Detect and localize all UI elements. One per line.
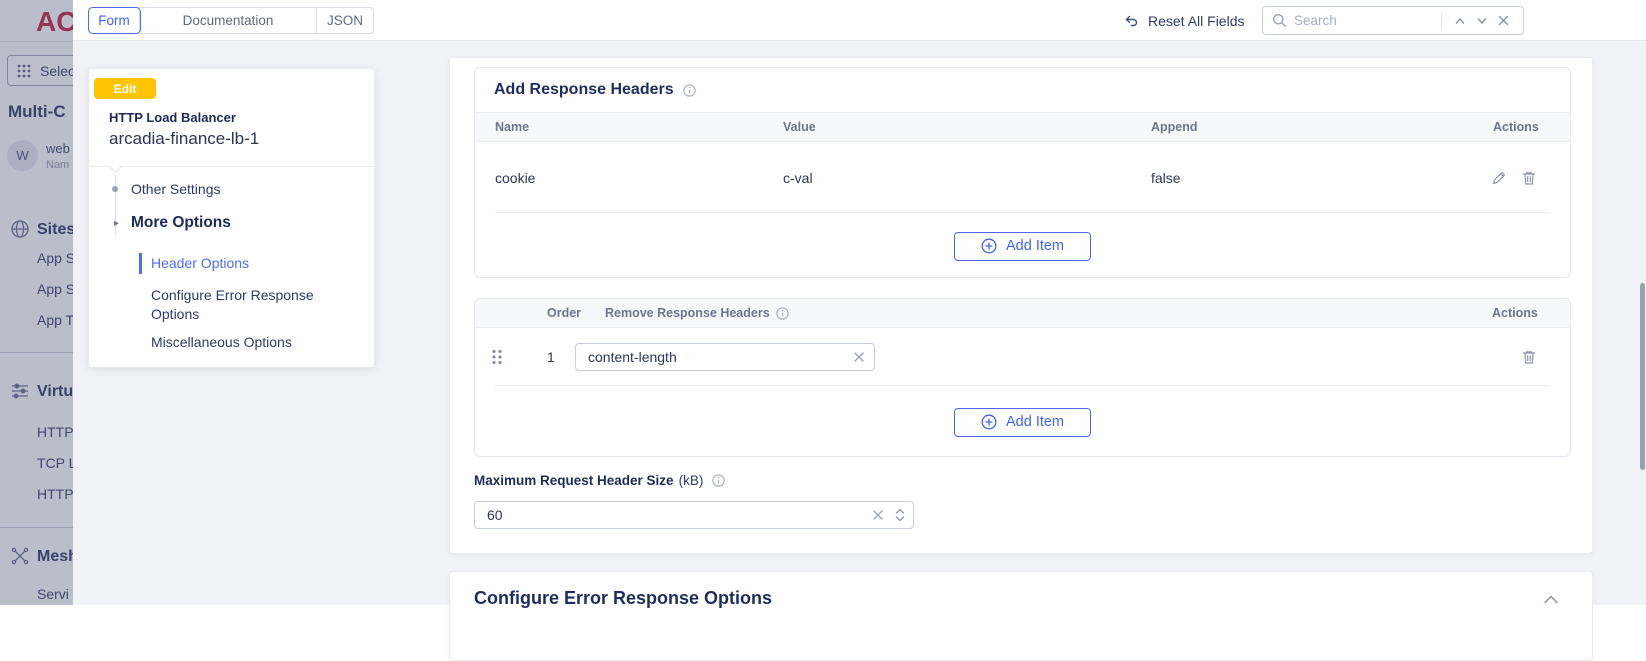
search-input[interactable] xyxy=(1294,13,1439,28)
edit-row-pencil-icon[interactable] xyxy=(1491,170,1507,186)
max-request-header-size-input[interactable] xyxy=(475,507,868,523)
table-row: cookie c-val false xyxy=(475,142,1570,213)
header-options-card: Add Response Headers Name Value Append A… xyxy=(449,57,1593,554)
cell-append: false xyxy=(1151,169,1181,186)
undo-icon xyxy=(1123,12,1140,29)
add-item-label: Add Item xyxy=(1005,414,1065,430)
tree-bullet-icon xyxy=(112,186,118,192)
nav-item-more-options[interactable]: More Options xyxy=(131,214,231,232)
reset-all-fields-button[interactable]: Reset All Fields xyxy=(1123,0,1244,41)
edit-badge: Edit xyxy=(94,78,156,99)
add-response-headers-title: Add Response Headers xyxy=(494,81,674,98)
cell-name: cookie xyxy=(495,169,536,186)
nav-item-miscellaneous-options[interactable]: Miscellaneous Options xyxy=(151,334,292,350)
add-item-label: Add Item xyxy=(1005,238,1065,254)
info-icon[interactable] xyxy=(776,306,789,320)
nav-item-header-options[interactable]: Header Options xyxy=(151,255,249,271)
configure-error-response-title: Configure Error Response Options xyxy=(474,588,773,608)
modal-topbar: Form Documentation JSON Reset All Fields xyxy=(73,0,1646,41)
delete-row-trash-icon[interactable] xyxy=(1521,170,1537,186)
cell-value: c-val xyxy=(783,169,813,186)
add-item-row: Add Item xyxy=(475,386,1570,458)
remove-response-headers-table: Order Remove Response Headers Actions 1 xyxy=(474,298,1571,457)
column-header-order: Order xyxy=(547,306,582,320)
add-response-headers-table: Add Response Headers Name Value Append A… xyxy=(474,67,1571,278)
collapse-chevron-icon[interactable] xyxy=(1543,594,1559,604)
clear-input-icon[interactable] xyxy=(868,509,893,521)
number-stepper[interactable] xyxy=(893,508,913,522)
object-type-label: HTTP Load Balancer xyxy=(109,110,236,125)
active-item-indicator xyxy=(139,253,142,274)
column-header-remove-response-headers: Remove Response Headers xyxy=(605,306,789,320)
tab-documentation[interactable]: Documentation xyxy=(140,8,317,33)
info-icon[interactable] xyxy=(682,83,696,97)
drag-handle[interactable] xyxy=(489,348,505,366)
search-box xyxy=(1262,6,1524,35)
max-request-header-size-label: Maximum Request Header Size (kB) xyxy=(474,473,725,488)
tab-form[interactable]: Form xyxy=(89,8,140,33)
vertical-scrollbar-thumb[interactable] xyxy=(1640,283,1645,470)
info-icon[interactable] xyxy=(712,474,725,487)
plus-circle-icon xyxy=(981,414,997,430)
tab-json[interactable]: JSON xyxy=(317,8,373,33)
clear-input-icon[interactable] xyxy=(849,351,874,363)
background-app: AC Selec Multi-C W web Nam Sites App S A… xyxy=(0,0,73,605)
search-separator xyxy=(1441,12,1442,29)
column-header-append: Append xyxy=(1151,120,1198,134)
table-row: 1 xyxy=(475,328,1570,386)
search-close-button[interactable] xyxy=(1493,15,1514,26)
remove-header-input-wrap xyxy=(575,343,875,371)
search-next-button[interactable] xyxy=(1471,15,1493,27)
max-request-header-size-input-wrap xyxy=(474,501,914,529)
add-item-button[interactable]: Add Item xyxy=(953,231,1092,261)
search-icon xyxy=(1272,13,1287,28)
object-name: arcadia-finance-lb-1 xyxy=(109,129,260,148)
stepper-down-icon xyxy=(895,516,905,522)
view-tab-group: Form Documentation JSON xyxy=(88,7,374,34)
plus-circle-icon xyxy=(981,238,997,254)
tree-arrow-icon: ▸ xyxy=(114,218,120,229)
remove-header-input[interactable] xyxy=(576,349,849,365)
search-prev-button[interactable] xyxy=(1449,15,1471,27)
table-header-row: Order Remove Response Headers Actions xyxy=(475,299,1570,328)
tree-notch xyxy=(109,160,122,173)
edit-modal: Form Documentation JSON Reset All Fields xyxy=(73,0,1646,661)
column-header-name: Name xyxy=(495,120,530,134)
stepper-up-icon xyxy=(895,508,905,514)
form-nav-card: Edit HTTP Load Balancer arcadia-finance-… xyxy=(88,68,375,368)
cell-order: 1 xyxy=(547,349,555,365)
column-header-value: Value xyxy=(783,120,816,134)
column-header-actions: Actions xyxy=(1493,120,1539,134)
tree-divider xyxy=(89,166,374,167)
nav-item-other-settings[interactable]: Other Settings xyxy=(131,181,221,197)
modal-backdrop xyxy=(0,0,73,605)
delete-row-trash-icon[interactable] xyxy=(1521,349,1537,365)
configure-error-response-card: Configure Error Response Options xyxy=(449,571,1593,661)
add-item-row: Add Item xyxy=(475,213,1570,279)
nav-item-configure-error-response[interactable]: Configure Error Response Options xyxy=(151,286,327,324)
add-response-headers-title-row: Add Response Headers xyxy=(475,68,1570,112)
table-header-row: Name Value Append Actions xyxy=(475,112,1570,142)
column-header-actions: Actions xyxy=(1492,306,1538,320)
add-item-button[interactable]: Add Item xyxy=(953,407,1092,437)
reset-all-fields-label: Reset All Fields xyxy=(1148,12,1245,29)
